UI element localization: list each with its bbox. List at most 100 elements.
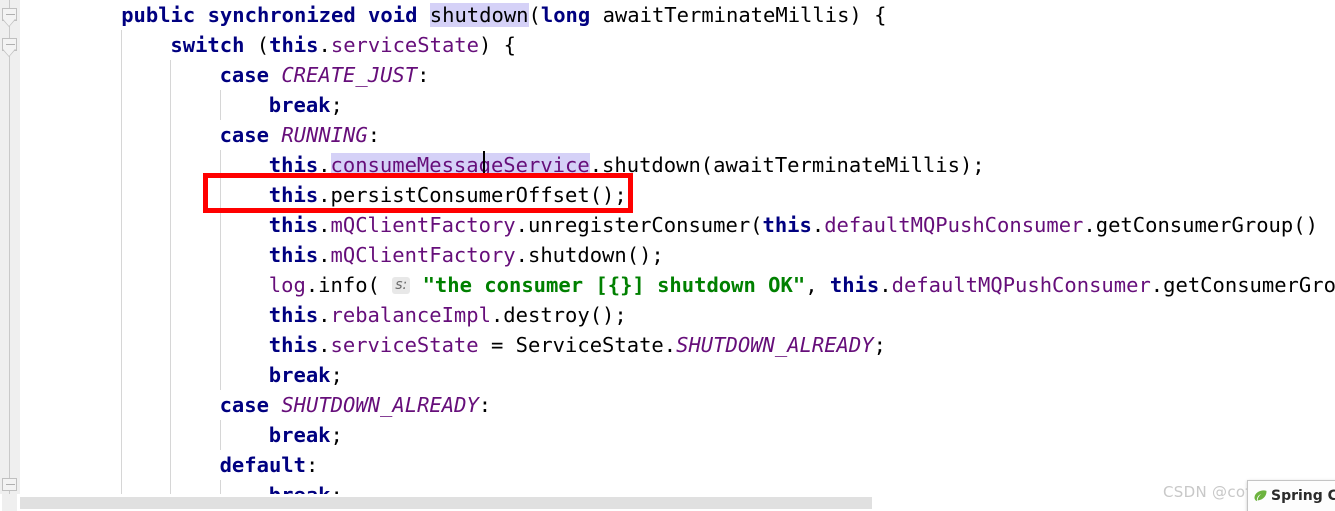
- code-token: .getConsumerGroup(): [1083, 213, 1318, 237]
- fold-arrow-icon: [2, 49, 16, 57]
- horizontal-scrollbar-track[interactable]: [0, 494, 1335, 511]
- code-line[interactable]: case SHUTDOWN_ALREADY:: [220, 390, 492, 420]
- code-line[interactable]: case CREATE_JUST:: [220, 60, 430, 90]
- fold-marker-switch[interactable]: [2, 38, 17, 57]
- code-token: break: [268, 93, 331, 117]
- indent-guide: [170, 60, 172, 494]
- code-token: RUNNING: [281, 123, 368, 147]
- code-line[interactable]: this.consumeMessageService.shutdown(awai…: [269, 150, 985, 180]
- code-token: this: [268, 183, 319, 207]
- code-token: mQClientFactory: [330, 213, 516, 237]
- code-token: mQClientFactory: [330, 243, 516, 267]
- code-line[interactable]: break;: [269, 420, 343, 450]
- code-line[interactable]: this.mQClientFactory.shutdown();: [269, 240, 664, 270]
- code-token: serviceState: [330, 33, 479, 57]
- code-token: case: [219, 393, 269, 417]
- fold-rail: [9, 0, 10, 494]
- spring-tooltip-popup[interactable]: Spring C: [1247, 480, 1335, 511]
- code-token: ;: [331, 483, 343, 494]
- code-token: break: [268, 423, 331, 447]
- code-token: .: [318, 303, 331, 327]
- code-token: .: [318, 33, 331, 57]
- code-line[interactable]: break;: [269, 480, 343, 494]
- code-token: .: [879, 273, 892, 297]
- code-token: = ServiceState.: [478, 333, 677, 357]
- code-token: :: [417, 63, 430, 87]
- code-token: .: [318, 213, 331, 237]
- code-token: s:: [392, 277, 411, 294]
- code-line[interactable]: break;: [269, 360, 343, 390]
- spring-leaf-icon: [1254, 490, 1267, 502]
- code-token: ;: [330, 93, 343, 117]
- code-token: synchronized: [207, 3, 356, 27]
- indent-guides: [20, 0, 1335, 494]
- editor-gutter[interactable]: [0, 0, 20, 494]
- code-token: switch: [170, 33, 245, 57]
- code-token: consumeMessageService: [330, 153, 590, 177]
- code-token: (: [244, 33, 270, 57]
- indent-guide: [219, 420, 221, 450]
- code-line[interactable]: switch (this.serviceState) {: [170, 30, 516, 60]
- code-token: .: [811, 213, 825, 237]
- code-token: defaultMQPushConsumer: [824, 213, 1084, 237]
- text-caret: [483, 151, 485, 175]
- code-token: .destroy();: [490, 303, 627, 327]
- horizontal-scrollbar-thumb[interactable]: [20, 497, 872, 509]
- code-token: long: [540, 3, 591, 27]
- code-token: .shutdown(awaitTerminateMillis);: [589, 153, 985, 177]
- code-line[interactable]: this.mQClientFactory.unregisterConsumer(…: [269, 210, 1318, 240]
- code-token: this: [762, 213, 812, 237]
- fold-marker-method[interactable]: [2, 8, 17, 27]
- code-token: ;: [873, 333, 886, 357]
- code-token: :: [478, 393, 492, 417]
- code-token: this: [268, 333, 319, 357]
- spring-popup-title: Spring C: [1271, 488, 1335, 504]
- fold-arrow-icon: [2, 19, 16, 27]
- code-token: SHUTDOWN_ALREADY: [281, 393, 479, 417]
- code-token: break: [268, 363, 331, 387]
- code-token: case: [219, 63, 269, 87]
- indent-guide: [219, 480, 221, 494]
- code-token: .: [318, 243, 331, 267]
- indent-guide: [219, 150, 221, 390]
- code-line[interactable]: case RUNNING:: [220, 120, 380, 150]
- code-line[interactable]: this.rebalanceImpl.destroy();: [269, 300, 627, 330]
- code-token: (: [528, 3, 541, 27]
- code-token: .shutdown();: [515, 243, 664, 267]
- code-token: :: [367, 123, 381, 147]
- code-token: shutdown: [429, 3, 529, 27]
- code-token: void: [368, 3, 418, 27]
- code-token: public: [121, 3, 196, 27]
- code-token: SHUTDOWN_ALREADY: [676, 333, 874, 357]
- code-token: this: [829, 273, 880, 297]
- code-line[interactable]: default:: [220, 450, 319, 480]
- code-token: log: [268, 273, 306, 297]
- code-token: this: [269, 33, 319, 57]
- code-token: .info(: [305, 273, 393, 297]
- code-line[interactable]: this.serviceState = ServiceState.SHUTDOW…: [269, 330, 886, 360]
- code-token: .: [318, 153, 331, 177]
- code-token: ) {: [478, 33, 516, 57]
- code-line[interactable]: break;: [269, 90, 343, 120]
- code-line[interactable]: log.info( s: "the consumer [{}] shutdown…: [269, 270, 1335, 300]
- code-text-area[interactable]: public synchronized void shutdown(long a…: [20, 0, 1335, 494]
- code-line[interactable]: public synchronized void shutdown(long a…: [121, 0, 886, 30]
- code-token: this: [268, 303, 319, 327]
- code-token: :: [306, 453, 319, 477]
- fold-collapse-icon: [2, 478, 17, 491]
- code-token: .: [318, 333, 331, 357]
- code-token: rebalanceImpl: [330, 303, 491, 327]
- code-token: defaultMQPushConsumer: [891, 273, 1151, 297]
- code-token: this: [268, 243, 319, 267]
- code-token: this: [268, 213, 319, 237]
- code-line[interactable]: this.persistConsumerOffset();: [269, 180, 627, 210]
- code-token: persistConsumerOffset();: [330, 183, 627, 207]
- code-token: .getConsumerGro: [1150, 273, 1335, 297]
